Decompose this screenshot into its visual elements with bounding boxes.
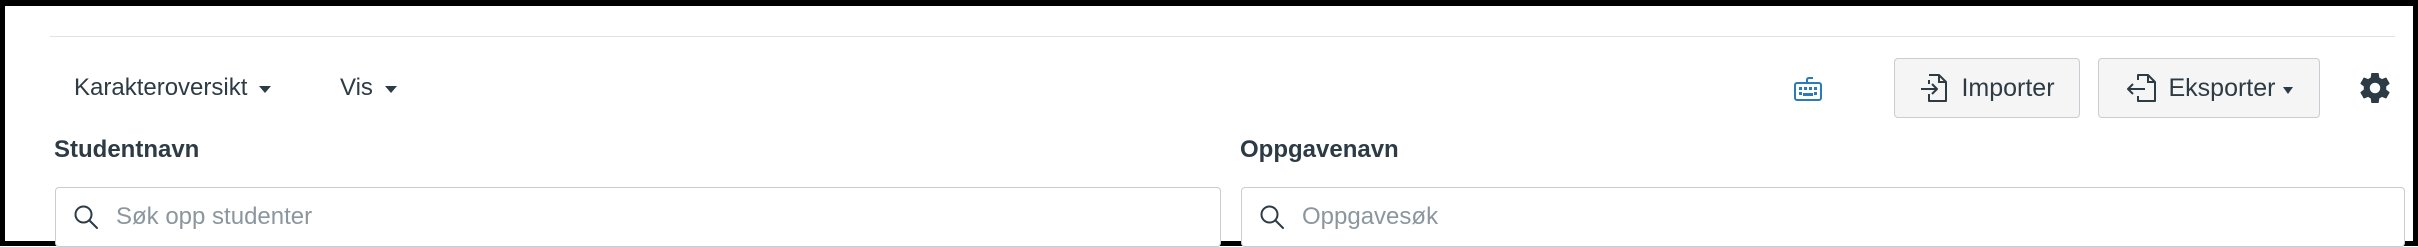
import-button[interactable]: Importer [1894,58,2080,118]
assignment-search-box[interactable] [1241,187,2405,247]
student-search-input[interactable] [116,203,1220,231]
caret-down-icon [2283,86,2294,94]
export-icon [2126,74,2156,102]
search-icon [74,205,98,229]
student-name-label: Studentnavn [54,136,200,163]
export-button-label: Eksporter [2168,73,2276,102]
import-icon [1921,74,1948,102]
assignment-name-label: Oppgavenavn [1240,136,1399,163]
search-icon [1260,205,1284,229]
gradebook-header: Karakteroversikt Vis Importer Eksporter … [0,0,2418,247]
caret-down-icon [384,85,397,93]
divider [50,36,2395,37]
gradebook-menu[interactable]: Karakteroversikt [74,70,272,106]
caret-down-icon [259,85,272,93]
assignment-search-input[interactable] [1302,203,2404,231]
import-button-label: Importer [1961,73,2055,102]
export-button[interactable]: Eksporter [2098,58,2320,118]
keyboard-icon[interactable] [1793,76,1823,102]
student-search-box[interactable] [55,187,1221,247]
gear-icon[interactable] [2357,70,2393,106]
view-menu-label: Vis [340,74,373,101]
gradebook-menu-label: Karakteroversikt [74,74,248,101]
view-menu[interactable]: Vis [340,70,397,106]
